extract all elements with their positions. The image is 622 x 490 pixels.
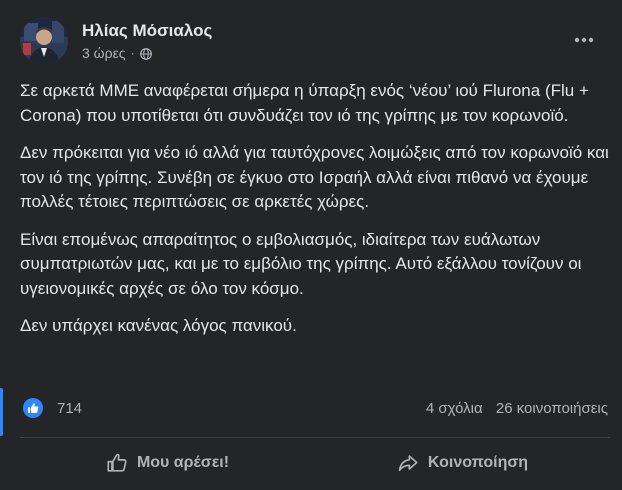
like-icon[interactable] [23, 398, 43, 418]
post-meta: 3 ώρες · [82, 45, 152, 61]
post-paragraph: Είναι επομένως απαραίτητος ο εμβολιασμός… [20, 229, 582, 298]
share-icon [397, 452, 419, 474]
post-actions: Μου αρέσει! Κοινοποίηση [20, 443, 610, 483]
share-button-label: Κοινοποίηση [427, 454, 529, 471]
post-stats: 714 4 σχόλια 26 κοινοποιήσεις [20, 396, 610, 422]
like-button-label: Μου αρέσει! [136, 454, 230, 471]
avatar[interactable] [20, 17, 68, 65]
thumbs-up-icon [106, 452, 128, 474]
more-horizontal-icon [574, 30, 594, 48]
reaction-count[interactable]: 714 [57, 400, 82, 417]
comments-count[interactable]: 4 σχόλια [426, 400, 483, 417]
focus-indicator [0, 388, 3, 436]
meta-separator: · [130, 46, 135, 60]
engagement-counts: 4 σχόλια 26 κοινοποιήσεις [426, 400, 608, 417]
share-button[interactable]: Κοινοποίηση [315, 443, 610, 483]
like-button[interactable]: Μου αρέσει! [20, 443, 315, 483]
post-paragraph: Δεν πρόκειται για νέο ιό αλλά για ταυτόχ… [20, 143, 609, 211]
more-options-button[interactable] [566, 21, 602, 57]
post-paragraph: Σε αρκετά ΜΜΕ αναφέρεται σήμερα η ύπαρξη… [20, 81, 589, 125]
timestamp[interactable]: 3 ώρες [82, 45, 126, 61]
post-header: Ηλίας Μόσιαλος 3 ώρες · [20, 17, 610, 65]
facebook-post: Ηλίας Μόσιαλος 3 ώρες · Σε αρκετά ΜΜΕ αν… [0, 0, 622, 490]
post-body: Σε αρκετά ΜΜΕ αναφέρεται σήμερα η ύπαρξη… [20, 79, 610, 352]
globe-icon[interactable] [139, 47, 152, 60]
divider [20, 437, 610, 438]
author-name[interactable]: Ηλίας Μόσιαλος [82, 21, 212, 41]
shares-count[interactable]: 26 κοινοποιήσεις [496, 400, 608, 417]
post-paragraph: Δεν υπάρχει κανένας λόγος πανικού. [20, 316, 297, 335]
